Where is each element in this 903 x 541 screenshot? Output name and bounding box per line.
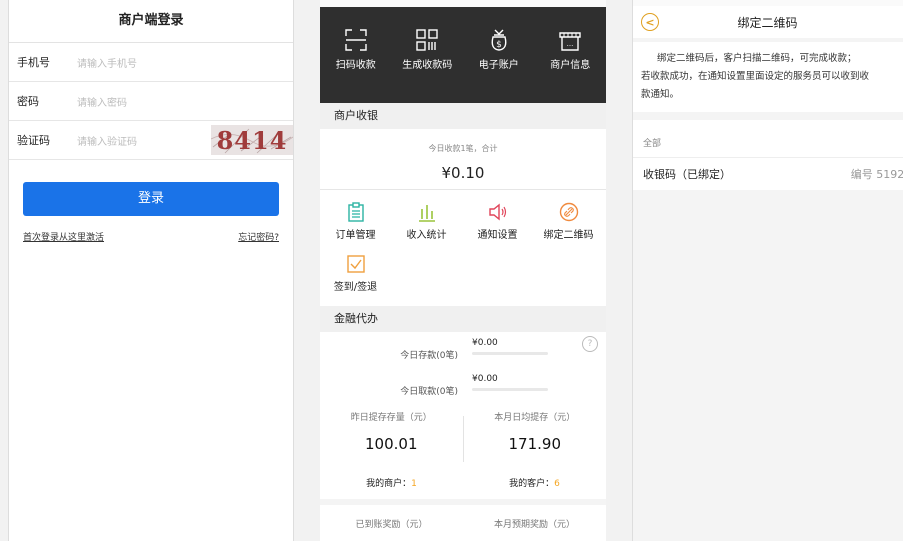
my-customers-label: 我的客户：: [509, 479, 555, 489]
help-icon[interactable]: ?: [582, 336, 598, 352]
speaker-icon: [488, 203, 506, 221]
e-account-button[interactable]: $ 电子账户: [464, 29, 534, 71]
scan-pay-label: 扫码收款: [335, 60, 376, 71]
withdraw-row: 今日取款(0笔) ¥0.00: [320, 368, 606, 404]
finance-section-header: 金融代办: [320, 306, 606, 332]
login-links: 首次登录从这里激活 忘记密码?: [9, 216, 293, 243]
captcha-image[interactable]: 8414: [211, 125, 293, 155]
qr-code-icon: [416, 29, 438, 51]
nav-bar: < 绑定二维码: [633, 0, 903, 38]
merchant-info-label: 商户信息: [550, 60, 591, 71]
bind-qr-screen: < 绑定二维码 绑定二维码后，客户扫描二维码，可完成收款； 若收款成功，在通知设…: [632, 0, 903, 541]
deposit-label: 今日存款(0笔): [400, 351, 458, 361]
filter-all[interactable]: 全部: [633, 112, 903, 157]
list-item[interactable]: 收银码（已绑定） 编号 51929 >: [633, 157, 903, 190]
captcha-label: 验证码: [17, 134, 50, 147]
clipboard-icon: [347, 202, 364, 222]
balance-stats: 昨日提存存量（元） 100.01 本月日均提存（元） 171.90: [320, 404, 606, 462]
e-account-label: 电子账户: [478, 60, 519, 71]
top-menu: 扫码收款 生成收款码 $ 电子账户 ... 商户信息: [320, 0, 606, 103]
link-icon: [559, 202, 578, 222]
order-management-button[interactable]: 订单管理: [320, 202, 391, 254]
generate-qr-button[interactable]: 生成收款码: [392, 29, 462, 71]
cashier-section-header: 商户收银: [320, 103, 606, 129]
deposit-row: 今日存款(0笔) ¥0.00 ?: [320, 332, 606, 368]
reward-expected-label: 本月预期奖励（元）: [493, 520, 575, 530]
phone-input[interactable]: 请输入手机号: [77, 55, 137, 70]
page-title: 绑定二维码: [737, 15, 798, 30]
forgot-password-link[interactable]: 忘记密码?: [238, 230, 279, 243]
merchant-home-screen: 扫码收款 生成收款码 $ 电子账户 ... 商户信息 商户收银 今日收款1笔，合…: [320, 0, 606, 541]
check-in-out-label: 签到/签退: [333, 282, 378, 293]
month-avg-value: 171.90: [508, 435, 562, 453]
generate-qr-label: 生成收款码: [402, 60, 453, 71]
captcha-row[interactable]: 验证码 请输入验证码 8414: [9, 121, 293, 160]
withdraw-label: 今日取款(0笔): [400, 387, 458, 397]
bind-qr-label: 绑定二维码: [543, 230, 594, 241]
my-merchants[interactable]: 我的商户：1: [320, 476, 463, 489]
desc-line-1: 绑定二维码后，客户扫描二维码，可完成收款；: [657, 53, 857, 64]
deposit-bar: [472, 352, 548, 355]
activate-link[interactable]: 首次登录从这里激活: [23, 230, 104, 243]
back-icon[interactable]: <: [641, 13, 659, 31]
today-summary-text: 今日收款1笔，合计: [428, 144, 498, 153]
captcha-text: 8414: [216, 125, 288, 155]
finance-panel: 今日存款(0笔) ¥0.00 ? 今日取款(0笔) ¥0.00 昨日提存存量（元…: [320, 332, 606, 499]
today-amount: ¥0.10: [441, 164, 485, 182]
my-merchants-value: 1: [411, 479, 417, 489]
bind-description: 绑定二维码后，客户扫描二维码，可完成收款； 若收款成功，在通知设置里面设定的服务…: [633, 42, 903, 112]
function-grid: 订单管理 收入统计 通知设置 绑定二维码 签到/签退: [320, 190, 606, 306]
yesterday-label: 昨日提存存量（元）: [350, 413, 432, 423]
withdraw-value: ¥0.00: [472, 374, 498, 384]
yesterday-stat: 昨日提存存量（元） 100.01: [320, 410, 463, 462]
my-merchants-label: 我的商户：: [366, 479, 412, 489]
today-cash-summary[interactable]: 今日收款1笔，合计 ¥0.10: [320, 129, 606, 190]
password-label: 密码: [17, 95, 39, 108]
phone-row[interactable]: 手机号 请输入手机号: [9, 43, 293, 82]
scan-icon: [345, 29, 367, 51]
deposit-value: ¥0.00: [472, 338, 498, 348]
notify-settings-label: 通知设置: [477, 230, 518, 241]
svg-text:...: ...: [567, 40, 574, 48]
my-counts: 我的商户：1 我的客户：6: [320, 462, 606, 499]
withdraw-bar: [472, 388, 548, 391]
my-customers[interactable]: 我的客户：6: [463, 476, 606, 489]
merchant-info-button[interactable]: ... 商户信息: [535, 29, 605, 71]
money-bag-icon: $: [491, 29, 507, 51]
checkbox-icon: [346, 255, 365, 273]
income-stats-button[interactable]: 收入统计: [391, 202, 462, 254]
month-avg-label: 本月日均提存（元）: [494, 413, 576, 423]
page-title: 商户端登录: [9, 0, 293, 43]
qr-item-name: 收银码（已绑定）: [643, 168, 731, 181]
captcha-input[interactable]: 请输入验证码: [77, 133, 137, 148]
yesterday-value: 100.01: [365, 435, 418, 453]
bind-qr-button[interactable]: 绑定二维码: [533, 202, 604, 254]
password-input[interactable]: 请输入密码: [77, 94, 127, 109]
password-row[interactable]: 密码 请输入密码: [9, 82, 293, 121]
income-stats-label: 收入统计: [406, 230, 447, 241]
store-icon: ...: [559, 32, 581, 51]
bar-chart-icon: [418, 205, 435, 222]
order-management-label: 订单管理: [335, 230, 376, 241]
month-avg-stat: 本月日均提存（元） 171.90: [464, 410, 607, 462]
desc-line-2: 若收款成功，在通知设置里面设定的服务员可以收到收: [641, 71, 870, 82]
phone-label: 手机号: [17, 56, 50, 69]
desc-line-3: 款通知。: [641, 89, 680, 100]
check-in-out-button[interactable]: 签到/签退: [320, 254, 391, 306]
qr-item-number: 编号 51929 >: [850, 168, 903, 181]
login-screen: 商户端登录 手机号 请输入手机号 密码 请输入密码 验证码 请输入验证码 841…: [8, 0, 294, 541]
svg-text:$: $: [496, 40, 502, 50]
login-button[interactable]: 登录: [23, 182, 279, 216]
reward-row: 已到账奖励（元） 本月预期奖励（元）: [320, 505, 606, 541]
my-customers-value: 6: [554, 479, 560, 489]
reward-received-label: 已到账奖励（元）: [355, 520, 428, 530]
notify-settings-button[interactable]: 通知设置: [462, 202, 533, 254]
scan-pay-button[interactable]: 扫码收款: [321, 29, 391, 71]
